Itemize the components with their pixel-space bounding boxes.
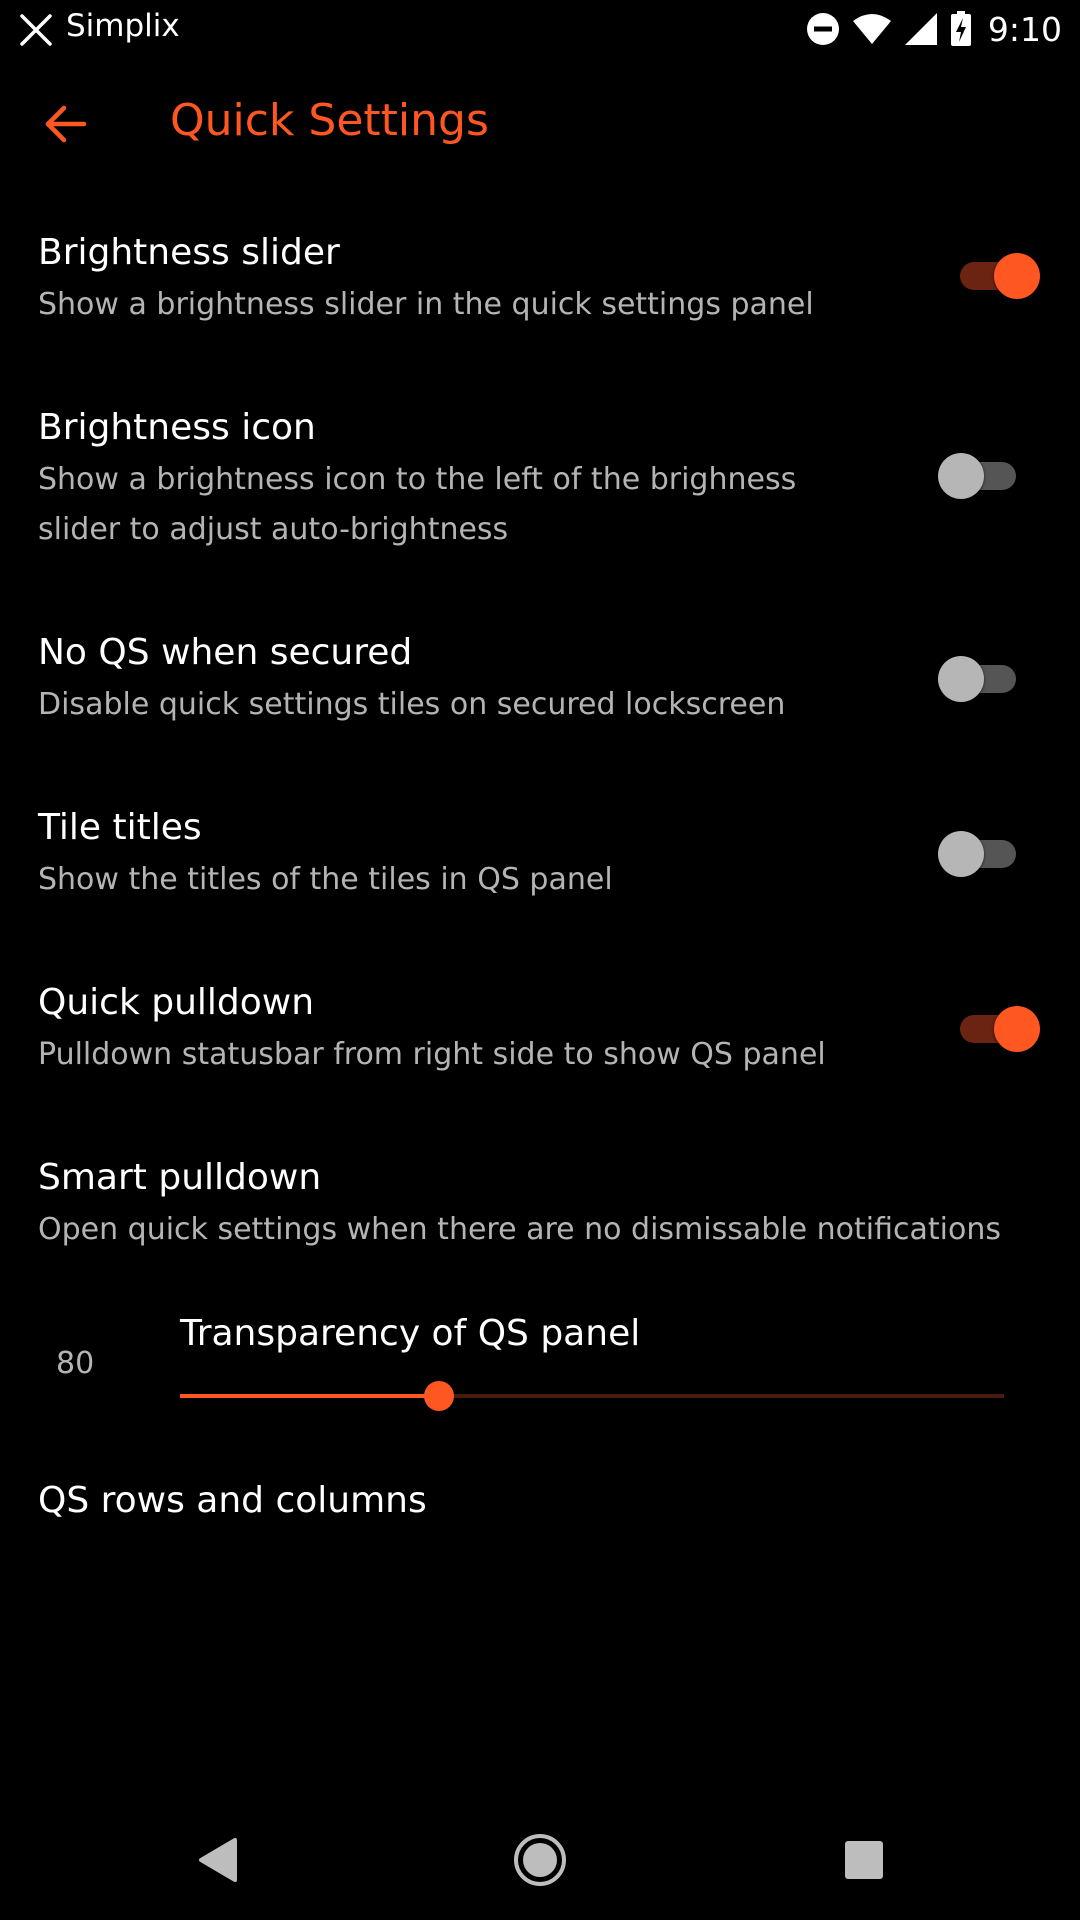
status-icons: 9:10 [806, 8, 1062, 50]
setting-title: Tile titles [38, 807, 202, 848]
navigation-bar [0, 1800, 1080, 1920]
toggle-thumb [994, 1006, 1040, 1052]
nav-home-icon [514, 1834, 566, 1886]
nav-recents-button[interactable] [824, 1820, 904, 1900]
setting-summary: Pulldown statusbar from right side to sh… [38, 1037, 826, 1072]
transparency-title: Transparency of QS panel [180, 1313, 641, 1354]
wifi-icon [852, 14, 891, 44]
nav-home-button[interactable] [500, 1820, 580, 1900]
toggle-thumb [938, 656, 984, 702]
setting-smart-pulldown[interactable]: Smart pulldown Open quick settings when … [0, 1153, 1080, 1293]
setting-title: Smart pulldown [38, 1157, 322, 1198]
setting-brightness-slider[interactable]: Brightness slider Show a brightness slid… [0, 228, 1080, 368]
slider-thumb[interactable] [423, 1381, 454, 1411]
setting-summary: Show a brightness icon to the left of th… [38, 462, 797, 547]
arrow-back-icon [45, 105, 87, 143]
tile-titles-toggle[interactable] [938, 826, 1024, 882]
setting-summary: Open quick settings when there are no di… [38, 1212, 1001, 1247]
toggle-thumb [938, 453, 984, 499]
transparency-value: 80 [56, 1346, 95, 1381]
toggle-thumb [994, 253, 1040, 299]
no-qs-when-secured-toggle[interactable] [938, 651, 1024, 707]
setting-title: QS rows and columns [38, 1480, 427, 1521]
slider-fill [180, 1394, 439, 1398]
setting-title: No QS when secured [38, 632, 413, 673]
battery-charging-icon [950, 11, 971, 46]
setting-brightness-icon[interactable]: Brightness icon Show a brightness icon t… [0, 403, 1080, 583]
setting-summary: Show a brightness slider in the quick se… [38, 287, 814, 322]
setting-summary: Show the titles of the tiles in QS panel [38, 862, 613, 897]
page-title: Quick Settings [170, 95, 489, 146]
status-bar: Simplix 9:10 [0, 0, 1080, 58]
setting-quick-pulldown[interactable]: Quick pulldown Pulldown statusbar from r… [0, 978, 1080, 1118]
status-app-name: Simplix [66, 8, 180, 44]
app-bar: Quick Settings [0, 58, 1080, 188]
brightness-icon-toggle[interactable] [938, 448, 1024, 504]
setting-qs-rows-columns[interactable]: QS rows and columns [0, 1470, 1080, 1570]
transparency-slider[interactable] [180, 1381, 1004, 1411]
back-button[interactable] [30, 88, 102, 160]
close-icon[interactable] [18, 12, 54, 48]
nav-recents-icon [845, 1841, 883, 1879]
nav-back-icon [199, 1838, 237, 1882]
toggle-thumb [938, 831, 984, 877]
nav-back-button[interactable] [177, 1820, 257, 1900]
brightness-slider-toggle[interactable] [956, 248, 1042, 304]
status-time: 9:10 [987, 9, 1062, 49]
signal-icon [904, 13, 937, 45]
setting-title: Brightness icon [38, 407, 316, 448]
setting-no-qs-when-secured[interactable]: No QS when secured Disable quick setting… [0, 628, 1080, 768]
setting-title: Quick pulldown [38, 982, 315, 1023]
do-not-disturb-icon [806, 13, 839, 45]
setting-tile-titles[interactable]: Tile titles Show the titles of the tiles… [0, 803, 1080, 943]
setting-title: Brightness slider [38, 232, 340, 273]
quick-pulldown-toggle[interactable] [956, 1001, 1042, 1057]
setting-summary: Disable quick settings tiles on secured … [38, 687, 786, 722]
